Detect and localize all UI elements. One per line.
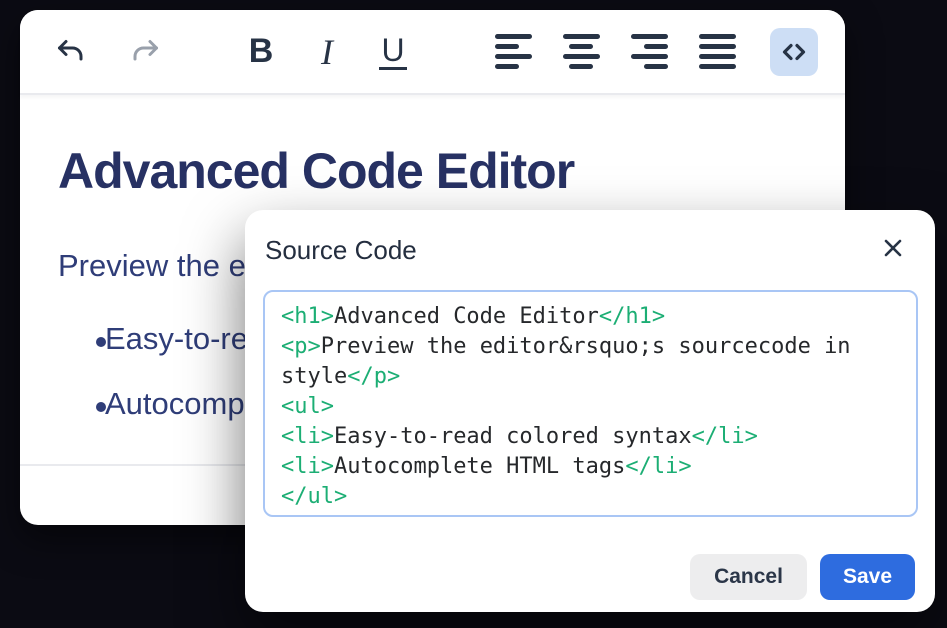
- code-line: <li>Autocomplete HTML tags</li>: [281, 452, 900, 482]
- underline-button[interactable]: U: [369, 28, 417, 76]
- code-line: <ul>: [281, 392, 900, 422]
- align-right-icon: [631, 34, 668, 69]
- justify-icon: [699, 34, 736, 69]
- redo-icon: [130, 36, 162, 68]
- redo-button[interactable]: [122, 28, 170, 76]
- italic-button[interactable]: I: [303, 28, 351, 76]
- code-line: style</p>: [281, 362, 900, 392]
- align-left-icon: [495, 34, 532, 69]
- align-center-button[interactable]: [557, 28, 605, 76]
- source-code-dialog: Source Code <h1>Advanced Code Editor</h1…: [245, 210, 935, 612]
- align-left-button[interactable]: [489, 28, 537, 76]
- bold-icon: B: [249, 32, 274, 71]
- source-code-textarea[interactable]: <h1>Advanced Code Editor</h1><p>Preview …: [263, 290, 918, 517]
- code-line: </ul>: [281, 482, 900, 512]
- close-button[interactable]: [879, 234, 907, 262]
- underline-icon: U: [379, 34, 406, 70]
- document-heading: Advanced Code Editor: [58, 143, 574, 199]
- cancel-button[interactable]: Cancel: [690, 554, 807, 600]
- undo-icon: [54, 36, 86, 68]
- dialog-title: Source Code: [265, 235, 417, 266]
- align-right-button[interactable]: [625, 28, 673, 76]
- code-line: <li>Easy-to-read colored syntax</li>: [281, 422, 900, 452]
- italic-icon: I: [321, 31, 333, 73]
- code-line: <h1>Advanced Code Editor</h1>: [281, 302, 900, 332]
- undo-button[interactable]: [46, 28, 94, 76]
- close-icon: [882, 237, 904, 259]
- code-brackets-icon: [778, 36, 810, 68]
- code-line: <p>Preview the editor&rsquo;s sourcecode…: [281, 332, 900, 362]
- bold-button[interactable]: B: [237, 28, 285, 76]
- save-button[interactable]: Save: [820, 554, 915, 600]
- page-background: B I U: [0, 0, 947, 628]
- justify-button[interactable]: [693, 28, 741, 76]
- editor-toolbar: B I U: [20, 10, 845, 95]
- code-view-button[interactable]: [770, 28, 818, 76]
- align-center-icon: [563, 34, 600, 69]
